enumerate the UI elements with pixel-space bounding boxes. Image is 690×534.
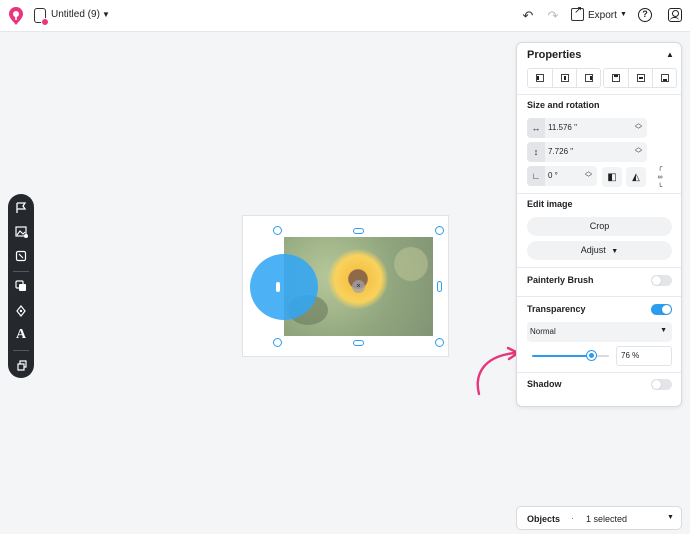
align-middle-icon — [636, 74, 645, 82]
transparency-slider[interactable] — [532, 351, 609, 360]
text-icon[interactable]: A — [13, 327, 29, 343]
slider-fill — [532, 355, 591, 357]
properties-panel: Properties ▲ Size and rotation ↔ 11.576 … — [516, 42, 682, 407]
top-bar: Untitled (9) ▼ ↶ ↷ Export ▼ ? — [0, 0, 690, 32]
redo-icon[interactable]: ↷ — [544, 7, 562, 25]
image-icon[interactable] — [13, 224, 29, 240]
stepper-icon[interactable]: ︿ ﹀ — [635, 144, 642, 158]
export-button[interactable]: Export — [588, 10, 617, 21]
chevron-down-icon: ▼ — [660, 327, 667, 334]
separator: · — [571, 513, 574, 523]
resize-handle-bottom[interactable] — [353, 340, 364, 346]
blend-mode-value: Normal — [530, 327, 556, 336]
account-icon[interactable] — [668, 8, 682, 22]
align-top-icon — [612, 74, 620, 82]
app-logo-icon[interactable] — [8, 6, 24, 26]
chevron-down-icon[interactable]: ▼ — [667, 514, 674, 521]
painterly-brush-toggle[interactable] — [651, 275, 672, 286]
chevron-up-icon[interactable]: ▲ — [666, 50, 674, 59]
divider — [517, 267, 681, 268]
toolbar-divider — [13, 271, 29, 272]
vertical-align-group — [603, 68, 677, 88]
objects-label: Objects — [527, 514, 561, 524]
alignment-row — [527, 68, 677, 88]
document-title[interactable]: Untitled (9) — [51, 9, 100, 20]
chevron-down-icon[interactable]: ▼ — [620, 11, 627, 18]
width-value: 11.576 " — [548, 123, 577, 132]
rotation-field[interactable]: ∟ 0 ° ︿ ﹀ — [527, 166, 597, 186]
shadow-label: Shadow — [527, 379, 562, 389]
edit-image-title: Edit image — [527, 199, 573, 209]
toolbar-divider — [13, 350, 29, 351]
stepper-icon[interactable]: ︿ ﹀ — [585, 168, 592, 182]
center-marker-icon[interactable]: × — [352, 280, 365, 293]
divider — [517, 94, 681, 95]
resize-handle-top-right[interactable] — [435, 226, 444, 235]
selection-count: 1 selected — [586, 514, 628, 524]
export-icon[interactable] — [571, 5, 584, 21]
transparency-toggle[interactable] — [651, 304, 672, 315]
panel-title: Properties — [527, 49, 582, 61]
align-center-icon — [560, 74, 569, 82]
align-middle-button[interactable] — [628, 69, 652, 87]
duplicate-icon[interactable] — [13, 278, 29, 294]
shadow-toggle[interactable] — [651, 379, 672, 390]
flip-vertical-icon[interactable]: ◭ — [626, 167, 646, 187]
align-top-button[interactable] — [604, 69, 628, 87]
objects-bar[interactable]: Objects · 1 selected ▼ — [516, 506, 682, 530]
flip-horizontal-icon[interactable]: ◧ — [602, 167, 622, 187]
flower — [328, 249, 388, 309]
transparency-value-input[interactable]: 76 % — [616, 346, 672, 366]
width-field[interactable]: ↔ 11.576 " ︿ ﹀ — [527, 118, 647, 138]
align-left-button[interactable] — [528, 69, 552, 87]
left-toolbar: A — [8, 194, 34, 378]
chevron-down-icon: ▼ — [611, 248, 619, 255]
align-right-icon — [584, 74, 593, 82]
align-right-button[interactable] — [576, 69, 600, 87]
divider — [517, 372, 681, 373]
aspect-lock-icon[interactable]: ╭ ∞ ╰ — [656, 163, 664, 203]
pen-icon[interactable] — [13, 303, 29, 319]
undo-icon[interactable]: ↶ — [519, 7, 537, 25]
divider — [517, 296, 681, 297]
height-field[interactable]: ↕ 7.726 " ︿ ﹀ — [527, 142, 647, 162]
align-left-icon — [536, 74, 544, 82]
align-bottom-button[interactable] — [652, 69, 676, 87]
resize-handle-top-left[interactable] — [273, 226, 282, 235]
shape-edit-handle[interactable] — [276, 282, 280, 292]
transparency-label: Transparency — [527, 304, 586, 314]
flag-icon[interactable] — [13, 200, 29, 216]
resize-handle-top[interactable] — [353, 228, 364, 234]
width-arrows-icon: ↔ — [527, 118, 545, 138]
align-bottom-icon — [660, 74, 669, 82]
stepper-icon[interactable]: ︿ ﹀ — [635, 120, 642, 134]
templates-icon[interactable] — [13, 357, 29, 373]
blend-mode-select[interactable]: Normal ▼ — [527, 322, 672, 342]
blue-circle-shape[interactable] — [250, 254, 318, 320]
align-center-button[interactable] — [552, 69, 576, 87]
painterly-brush-label: Painterly Brush — [527, 275, 594, 285]
resize-handle-bottom-left[interactable] — [273, 338, 282, 347]
help-icon[interactable]: ? — [638, 8, 652, 22]
horizontal-align-group — [527, 68, 601, 88]
slider-thumb[interactable] — [586, 351, 596, 360]
size-rotation-title: Size and rotation — [527, 100, 600, 110]
photo-background — [394, 247, 428, 281]
resize-handle-bottom-right[interactable] — [435, 338, 444, 347]
divider — [517, 193, 681, 194]
chevron-down-icon[interactable]: ▼ — [102, 10, 110, 19]
shape-icon[interactable] — [13, 248, 29, 264]
document-icon — [34, 8, 49, 26]
adjust-button[interactable]: Adjust ▼ — [527, 241, 672, 260]
crop-button[interactable]: Crop — [527, 217, 672, 236]
rotation-value: 0 ° — [548, 171, 558, 180]
resize-handle-right[interactable] — [437, 281, 442, 292]
height-value: 7.726 " — [548, 147, 574, 156]
height-arrows-icon: ↕ — [527, 142, 545, 162]
adjust-label: Adjust — [580, 245, 606, 255]
angle-icon: ∟ — [527, 166, 545, 186]
